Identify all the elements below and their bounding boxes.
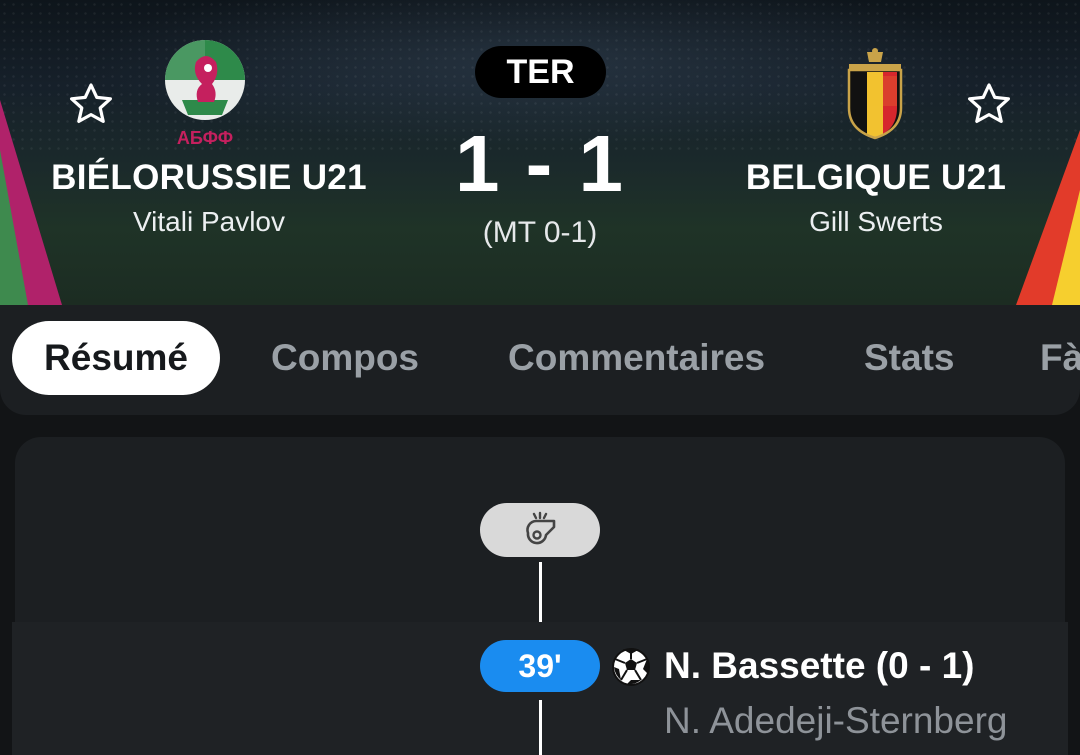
timeline-connector [539, 700, 542, 755]
away-team-logo[interactable] [845, 46, 905, 144]
event-assist[interactable]: N. Adedeji-Sternberg [664, 700, 1007, 742]
away-coach-name: Gill Swerts [809, 206, 943, 237]
home-logo-text: АБФФ [177, 128, 233, 148]
tab-stats[interactable]: Stats [864, 321, 954, 395]
match-tabs: Résumé Compos Commentaires Stats Fà [0, 305, 1080, 415]
match-score: 1 - 1 [454, 119, 626, 208]
match-status-badge: TER [475, 46, 606, 98]
home-coach-name: Vitali Pavlov [132, 206, 285, 237]
away-team-name[interactable]: BELGIQUE U21 [716, 158, 1036, 198]
home-team-name[interactable]: BIÉLORUSSIE U21 [49, 158, 369, 198]
kickoff-marker [480, 503, 600, 557]
tab-resume[interactable]: Résumé [12, 321, 220, 395]
tab-compos[interactable]: Compos [271, 321, 419, 395]
away-flag-stripe [1016, 130, 1080, 305]
home-team-logo[interactable]: АБФФ [162, 40, 248, 148]
match-header: АБФФ BIÉLORUSSIE U21 Vitali Pavlov TER 1… [0, 0, 1080, 305]
favorite-star-icon[interactable] [67, 80, 115, 128]
favorite-star-icon[interactable] [965, 80, 1013, 128]
tab-commentaires[interactable]: Commentaires [508, 321, 765, 395]
event-minute-badge: 39' [480, 640, 600, 692]
halftime-score: (MT 0-1) [482, 216, 598, 249]
soccer-ball-icon [612, 648, 650, 686]
event-scorer[interactable]: N. Bassette (0 - 1) [664, 645, 975, 687]
tab-faits[interactable]: Fà [1040, 321, 1080, 395]
home-flag-stripe [0, 100, 62, 305]
whistle-icon [526, 511, 556, 545]
timeline-connector [539, 562, 542, 622]
